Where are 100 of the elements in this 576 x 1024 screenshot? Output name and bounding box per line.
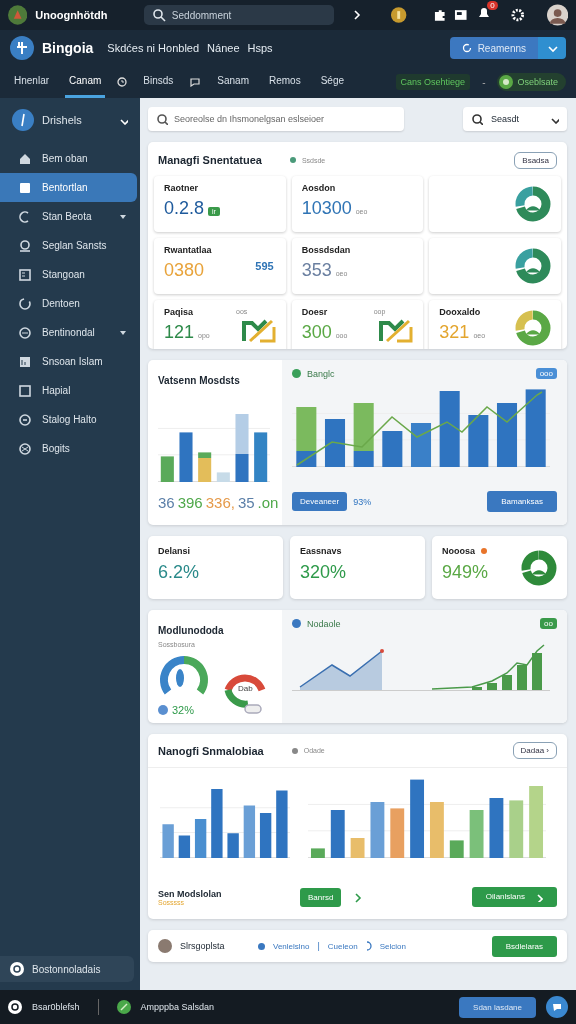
sidebar-item[interactable]: Seglan Sansts bbox=[0, 231, 137, 260]
sidebar-header[interactable]: Drishels bbox=[0, 108, 140, 132]
tile-label: Bossdsdan bbox=[301, 245, 351, 255]
logo-icon bbox=[8, 5, 28, 25]
bar bbox=[382, 431, 403, 467]
status-dot-icon bbox=[258, 942, 265, 950]
gauge-label: Dab bbox=[238, 684, 253, 693]
header-link[interactable]: Nánee bbox=[207, 42, 240, 54]
donut-chart bbox=[521, 550, 557, 586]
leaf-icon bbox=[499, 75, 514, 89]
legend-label: Banglc bbox=[307, 368, 335, 379]
stat-value: 321 bbox=[439, 322, 470, 343]
tab[interactable]: Sége bbox=[316, 66, 349, 98]
bar bbox=[311, 848, 325, 858]
stat-value: 0380 bbox=[164, 260, 205, 281]
avatar-icon[interactable] bbox=[546, 4, 568, 26]
puzzle-icon[interactable] bbox=[432, 8, 447, 22]
bar bbox=[227, 833, 239, 858]
donut-chart bbox=[515, 310, 551, 346]
figure-value: .on bbox=[257, 494, 279, 511]
sidebar-item[interactable]: Bentinondal bbox=[0, 318, 137, 347]
outline-button[interactable]: Dadaa › bbox=[512, 742, 557, 759]
header-link[interactable]: Hsps bbox=[247, 42, 273, 54]
bar bbox=[160, 456, 174, 482]
page-title: Bingoia bbox=[42, 40, 94, 56]
bar bbox=[350, 838, 365, 858]
footer-button[interactable]: Sdan lasdane bbox=[459, 996, 536, 1018]
profile-name: Slrsgoplsta bbox=[180, 941, 226, 951]
chat-icon bbox=[189, 77, 202, 87]
gear-icon[interactable] bbox=[511, 8, 525, 22]
bar bbox=[449, 840, 464, 858]
sidebar-item[interactable]: Stangoan bbox=[0, 260, 137, 289]
stat-value: 353 bbox=[301, 260, 332, 281]
chart-icon bbox=[18, 354, 32, 369]
caret-icon bbox=[119, 212, 127, 221]
bar bbox=[211, 789, 223, 858]
chat-icon[interactable] bbox=[546, 996, 568, 1018]
sidebar-item[interactable]: Stan Beota bbox=[0, 202, 137, 231]
success-button[interactable]: Oilanlslans bbox=[471, 887, 557, 907]
card-title: Nanogfi Snmalobiaa bbox=[158, 744, 264, 757]
plus-circle-icon bbox=[10, 36, 34, 60]
growth-chart-icon bbox=[241, 317, 276, 343]
search-icon bbox=[151, 8, 166, 22]
sidebar-item[interactable]: Dentoen bbox=[0, 289, 137, 318]
status-link[interactable]: Selcion bbox=[379, 941, 406, 951]
caret-icon bbox=[119, 328, 127, 337]
status-link[interactable]: Venlelslno bbox=[273, 941, 310, 951]
sidebar-item[interactable]: Hapial bbox=[0, 376, 137, 405]
growth-chart-icon bbox=[379, 317, 414, 343]
bar bbox=[468, 415, 489, 467]
stat-value: 0.2.8 bbox=[164, 198, 205, 219]
sidebar-item[interactable]: Bentortlan bbox=[0, 173, 137, 202]
legend-dot-icon bbox=[289, 157, 296, 163]
app-name: Unoognhötdh bbox=[35, 9, 109, 21]
toggle-icon bbox=[244, 704, 262, 714]
chart-badge: oo bbox=[540, 618, 557, 629]
inbox-icon[interactable] bbox=[454, 8, 468, 22]
folder-icon bbox=[18, 180, 32, 195]
status-link[interactable]: Cueleon bbox=[327, 941, 358, 951]
bar bbox=[276, 790, 288, 858]
refresh-button[interactable]: Reamenns bbox=[449, 37, 538, 59]
coin-icon[interactable] bbox=[389, 6, 407, 24]
home-icon bbox=[18, 151, 32, 166]
tab[interactable]: Binsds bbox=[139, 66, 178, 98]
status-badge: Oseblsate bbox=[497, 73, 566, 91]
search-field[interactable]: Seddomment bbox=[143, 5, 334, 25]
tab[interactable]: Sanam bbox=[213, 66, 253, 98]
bar bbox=[410, 423, 432, 467]
sidebar-item[interactable]: Bem oban bbox=[0, 144, 137, 173]
sidebar-footer-item[interactable]: Bostonnoladais bbox=[0, 956, 134, 982]
figure-value: 35 bbox=[237, 494, 255, 511]
outline-button[interactable]: Bsadsa bbox=[514, 151, 557, 169]
legend-label: Nodaole bbox=[307, 618, 341, 629]
sidebar-item[interactable]: Snsoan Islam bbox=[0, 347, 137, 376]
primary-button[interactable]: Deveaneer bbox=[292, 492, 348, 511]
primary-button[interactable]: Bamanksas bbox=[487, 491, 557, 512]
bar bbox=[324, 419, 346, 467]
tile-label: Doesr bbox=[301, 307, 328, 317]
tab[interactable]: Remos bbox=[265, 66, 305, 98]
search-field[interactable]: Seoreolse dn Ihsmonelgsan eslseioer bbox=[148, 107, 404, 131]
figure-value: 36 bbox=[158, 494, 175, 511]
success-button[interactable]: Bsdlelaras bbox=[491, 935, 557, 957]
tab[interactable]: Hnenlar bbox=[10, 66, 54, 98]
filter-dropdown[interactable]: Seasdt bbox=[463, 107, 567, 131]
bar bbox=[330, 810, 345, 858]
bar bbox=[430, 802, 444, 858]
stat-label: Eassnavs bbox=[300, 546, 342, 556]
header-link[interactable]: Skdćes ni Honbled bbox=[107, 42, 200, 54]
legend-dot-icon bbox=[292, 619, 301, 628]
separator-text: - bbox=[482, 76, 486, 88]
bar bbox=[509, 800, 524, 858]
bar bbox=[235, 414, 249, 454]
leaf-icon bbox=[116, 1000, 131, 1014]
sidebar-item[interactable]: Stalog Halto bbox=[0, 405, 137, 434]
stat-label: Nooosa bbox=[442, 546, 475, 556]
footer-text: Bsar0blefsh bbox=[32, 1002, 80, 1012]
success-button[interactable]: Banrsd bbox=[300, 887, 342, 907]
compass-icon bbox=[12, 109, 34, 131]
sidebar-item[interactable]: Bogits bbox=[0, 434, 137, 463]
dropdown-button[interactable] bbox=[538, 37, 566, 59]
